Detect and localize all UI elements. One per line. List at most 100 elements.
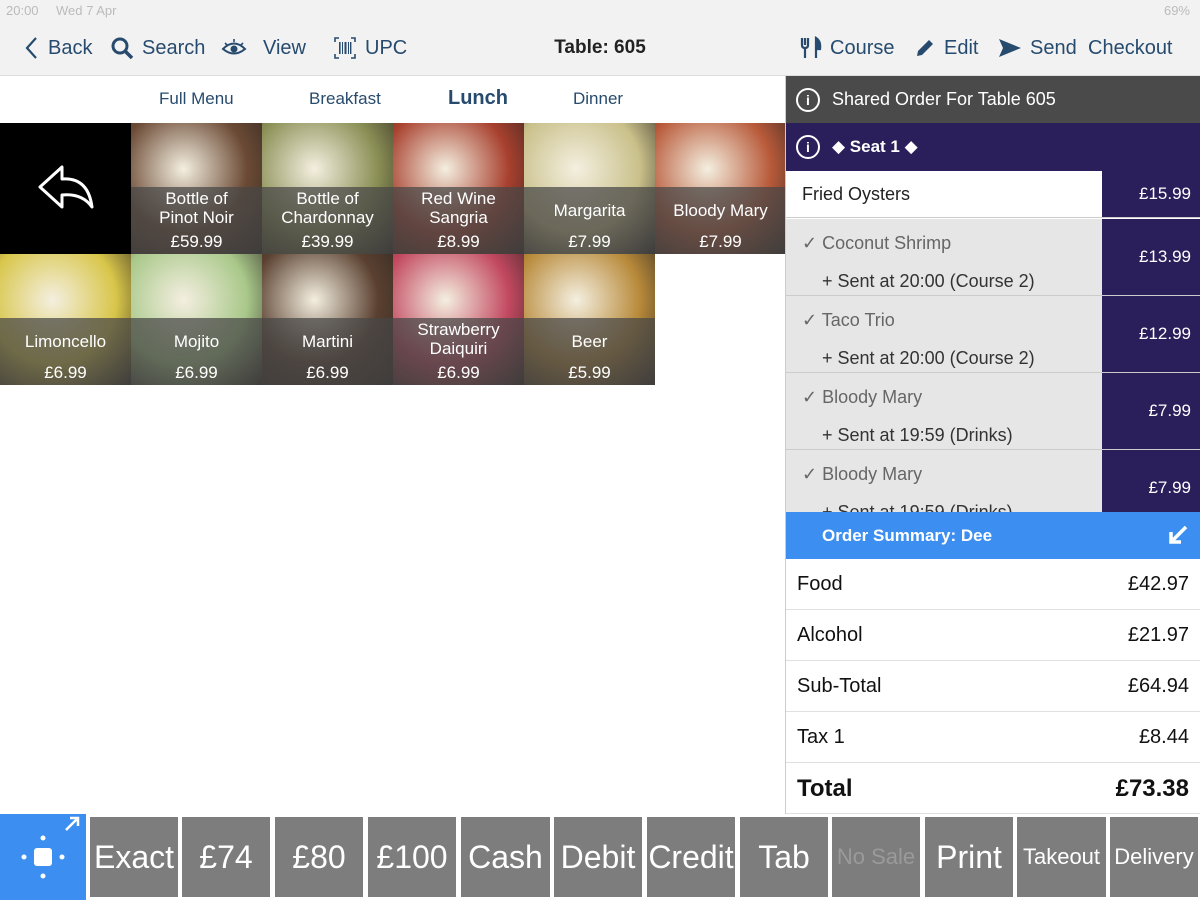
send-icon (999, 39, 1021, 57)
upc-button[interactable]: UPC (333, 34, 407, 62)
move-handle-button[interactable] (0, 814, 86, 900)
order-item[interactable]: ✓ Taco Trio + Sent at 20:00 (Course 2) £… (786, 296, 1200, 373)
status-bar: 20:00 Wed 7 Apr 69% (0, 0, 1200, 22)
menu-item-tile[interactable]: Bloody Mary £7.99 (655, 123, 786, 254)
menu-item-name: Bottle of Pinot Noir (159, 189, 234, 227)
menu-item-price: £6.99 (44, 363, 87, 382)
search-button[interactable]: Search (110, 34, 205, 62)
menu-item-tile[interactable]: Margarita £7.99 (524, 123, 655, 254)
order-item-sent-note: + Sent at 20:00 (Course 2) (822, 348, 1035, 368)
order-item-list[interactable]: Fried Oysters £15.99 ✓ Coconut Shrimp + … (786, 171, 1200, 512)
order-item-price: £15.99 (1102, 171, 1200, 218)
pay-74-button[interactable]: £74 (182, 817, 270, 897)
collapse-arrow-icon[interactable] (1167, 524, 1189, 546)
move-icon (21, 816, 80, 879)
tab-dinner[interactable]: Dinner (573, 89, 623, 109)
tab-breakfast[interactable]: Breakfast (309, 89, 381, 109)
eye-icon (221, 39, 247, 55)
back-label: Back (48, 36, 93, 59)
back-button[interactable]: Back (24, 34, 92, 62)
credit-button[interactable]: Credit (647, 817, 735, 897)
checkout-label: Checkout (1088, 36, 1173, 59)
order-item-name: Fried Oysters (802, 184, 911, 204)
summary-label: Sub-Total (797, 675, 882, 697)
info-icon[interactable]: i (796, 135, 820, 159)
tab-full-menu[interactable]: Full Menu (159, 89, 234, 109)
summary-value: £8.44 (1138, 726, 1189, 748)
menu-item-tile[interactable]: Bottle of Chardonnay £39.99 (262, 123, 393, 254)
send-label: Send (1030, 36, 1077, 59)
order-item-name: ✓ Bloody Mary (802, 464, 923, 484)
seat-header[interactable]: i ◆ Seat 1 ◆ (786, 123, 1200, 171)
send-button[interactable]: Send (998, 34, 1077, 62)
no-sale-button: No Sale (832, 817, 920, 897)
menu-item-name: Bloody Mary (673, 201, 768, 220)
summary-label: Alcohol (797, 624, 863, 646)
order-summary-title: Order Summary: Dee (822, 526, 993, 545)
order-panel: i Shared Order For Table 605 i ◆ Seat 1 … (785, 76, 1200, 814)
menu-item-price: £59.99 (170, 232, 223, 251)
menu-item-tile[interactable]: Mojito £6.99 (131, 254, 262, 385)
order-item-price: £12.99 (1102, 296, 1200, 373)
summary-value: £21.97 (1127, 624, 1189, 646)
order-item-sent-note: + Sent at 19:59 (Drinks) (822, 425, 1013, 445)
order-item-name: ✓ Coconut Shrimp (802, 233, 952, 253)
edit-label: Edit (944, 36, 979, 59)
order-item[interactable]: ✓ Bloody Mary + Sent at 19:59 (Drinks) £… (786, 373, 1200, 450)
chevron-left-icon (25, 37, 37, 59)
order-item[interactable]: ✓ Coconut Shrimp + Sent at 20:00 (Course… (786, 219, 1200, 296)
order-item[interactable]: Fried Oysters £15.99 (786, 171, 1200, 218)
menu-tabs: Full Menu Breakfast Lunch Dinner (0, 76, 785, 123)
menu-item-grid: Bottle of Pinot Noir £59.99 Bottle of Chard… (0, 123, 786, 385)
order-item-price: £7.99 (1102, 450, 1200, 512)
view-button[interactable]: View (221, 34, 306, 62)
tab-lunch[interactable]: Lunch (448, 87, 508, 110)
order-item-name: ✓ Bloody Mary (802, 387, 923, 407)
checkout-button[interactable]: Checkout (1088, 34, 1173, 62)
menu-item-price: £39.99 (301, 232, 354, 251)
exact-button[interactable]: Exact (90, 817, 178, 897)
menu-item-tile[interactable]: Limoncello £6.99 (0, 254, 131, 385)
course-button[interactable]: Course (800, 34, 894, 62)
summary-subtotal-row: Sub-Total £64.94 (786, 661, 1200, 712)
menu-item-tile[interactable]: Beer £5.99 (524, 254, 655, 385)
menu-item-tile[interactable]: Red Wine Sangria £8.99 (393, 123, 524, 254)
menu-item-name: Limoncello (24, 332, 107, 351)
menu-item-name: Bottle of Chardonnay (281, 189, 374, 227)
shared-order-header[interactable]: i Shared Order For Table 605 (786, 76, 1200, 123)
summary-total-row: Total £73.38 (786, 763, 1200, 814)
delivery-button[interactable]: Delivery (1110, 817, 1198, 897)
print-button[interactable]: Print (925, 817, 1013, 897)
search-icon (111, 37, 134, 60)
menu-item-tile[interactable]: Strawberry Daiquiri £6.99 (393, 254, 524, 385)
pencil-icon (917, 40, 933, 56)
menu-item-tile[interactable]: Bottle of Pinot Noir £59.99 (131, 123, 262, 254)
takeout-button[interactable]: Takeout (1017, 817, 1106, 897)
order-item-price: £13.99 (1102, 219, 1200, 296)
info-icon[interactable]: i (796, 88, 820, 112)
pay-80-button[interactable]: £80 (275, 817, 363, 897)
pay-100-button[interactable]: £100 (368, 817, 456, 897)
summary-label: Tax 1 (797, 726, 845, 748)
debit-button[interactable]: Debit (554, 817, 642, 897)
search-label: Search (142, 36, 206, 59)
order-item-price: £7.99 (1102, 373, 1200, 450)
order-item[interactable]: ✓ Bloody Mary + Sent at 19:59 (Drinks) £… (786, 450, 1200, 512)
grid-back-button[interactable] (0, 123, 131, 254)
summary-alcohol-row: Alcohol £21.97 (786, 610, 1200, 661)
edit-button[interactable]: Edit (914, 34, 978, 62)
cash-button[interactable]: Cash (461, 817, 550, 897)
menu-item-name: Mojito (173, 332, 220, 351)
upc-label: UPC (365, 36, 408, 59)
status-time: 20:00 (6, 3, 39, 18)
seat-title: ◆ Seat 1 ◆ (832, 137, 918, 156)
menu-item-tile[interactable]: Martini £6.99 (262, 254, 393, 385)
tab-button[interactable]: Tab (740, 817, 828, 897)
summary-tax-row: Tax 1 £8.44 (786, 712, 1200, 763)
menu-item-price: £5.99 (568, 363, 611, 382)
menu-item-price: £7.99 (699, 232, 742, 251)
status-battery: 69% (1163, 3, 1190, 18)
shared-order-title: Shared Order For Table 605 (832, 89, 1056, 109)
order-summary-header[interactable]: Order Summary: Dee (786, 512, 1200, 559)
menu-item-name: Beer (571, 332, 608, 351)
